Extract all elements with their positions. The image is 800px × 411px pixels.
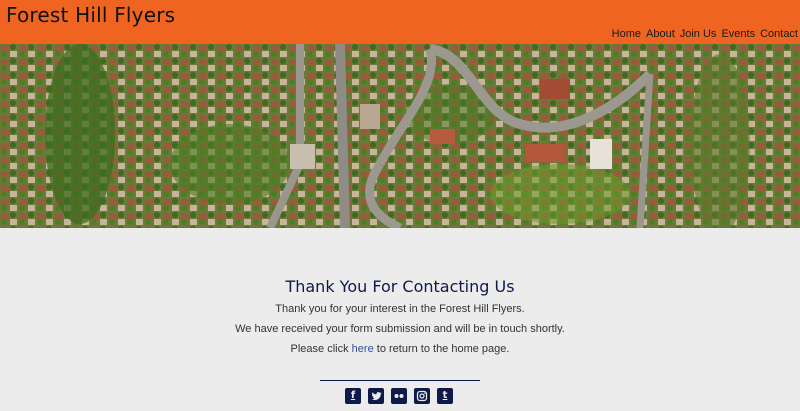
twitter-bird-shape xyxy=(371,392,382,401)
main-nav: Home About Join Us Events Contact xyxy=(612,28,798,40)
message-line-1: Thank you for your interest in the Fores… xyxy=(275,303,525,315)
facebook-icon[interactable]: f xyxy=(345,388,361,404)
instagram-camera-shape xyxy=(416,390,428,402)
site-title[interactable]: Forest Hill Flyers xyxy=(6,3,175,27)
twitter-icon[interactable] xyxy=(368,388,384,404)
message-line-3-prefix: Please click xyxy=(290,343,352,355)
page-title: Thank You For Contacting Us xyxy=(285,276,515,296)
nav-join-us[interactable]: Join Us xyxy=(680,28,717,40)
nav-events[interactable]: Events xyxy=(721,28,755,40)
main-content: Thank You For Contacting Us Thank you fo… xyxy=(0,228,800,411)
flickr-dots-shape xyxy=(394,394,404,398)
aerial-photo-image xyxy=(0,44,800,228)
nav-contact[interactable]: Contact xyxy=(760,28,798,40)
nav-about[interactable]: About xyxy=(646,28,675,40)
message-line-3-suffix: to return to the home page. xyxy=(373,343,510,355)
message-line-2: We have received your form submission an… xyxy=(235,323,565,335)
divider xyxy=(320,380,480,381)
here-link[interactable]: here xyxy=(352,343,374,355)
tumblr-icon[interactable]: t xyxy=(437,388,453,404)
social-links: f t xyxy=(345,388,453,404)
instagram-icon[interactable] xyxy=(414,388,430,404)
message-line-3: Please click here to return to the home … xyxy=(0,343,800,355)
hero-image xyxy=(0,44,800,228)
flickr-icon[interactable] xyxy=(391,388,407,404)
site-header: Forest Hill Flyers Home About Join Us Ev… xyxy=(0,0,800,44)
nav-home[interactable]: Home xyxy=(612,28,641,40)
